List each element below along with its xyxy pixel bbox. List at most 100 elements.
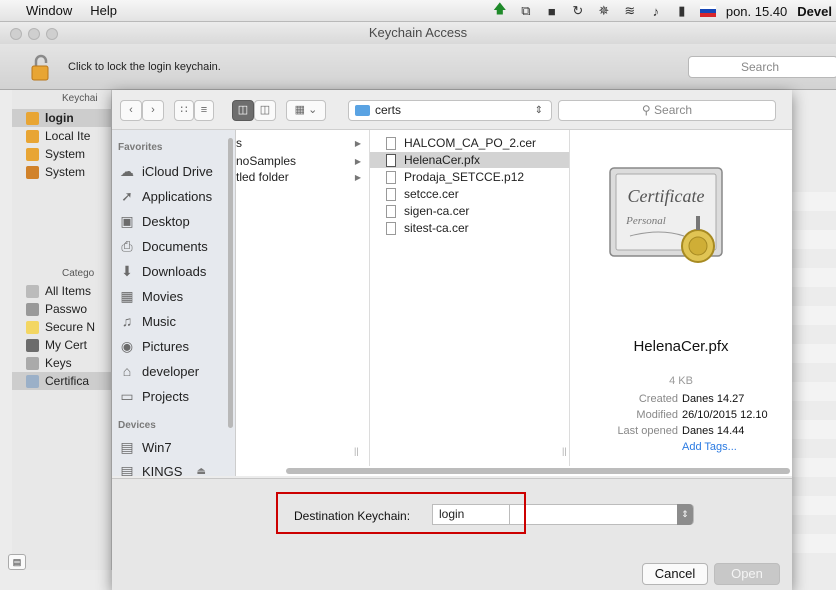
fav-desktop[interactable]: ▣ Desktop bbox=[118, 210, 190, 232]
flag-icon[interactable] bbox=[699, 5, 716, 17]
list-row[interactable] bbox=[790, 420, 836, 439]
list-row[interactable] bbox=[790, 192, 836, 211]
keychain-item-list bbox=[790, 192, 836, 582]
horizontal-scrollbar[interactable] bbox=[236, 466, 792, 476]
menubar-clock[interactable]: pon. 15.40 bbox=[726, 4, 787, 19]
file-item-selected[interactable]: HelenaCer.pfx bbox=[370, 152, 569, 168]
list-row[interactable] bbox=[790, 306, 836, 325]
keychain-titlebar: Keychain Access bbox=[0, 22, 836, 44]
time-machine-icon[interactable]: ↻ bbox=[570, 3, 586, 19]
keychain-item-login[interactable]: login bbox=[12, 109, 112, 127]
list-row[interactable] bbox=[790, 230, 836, 249]
certificate-icon-subtitle: Personal bbox=[625, 215, 666, 227]
fav-applications[interactable]: ➚ Applications bbox=[118, 185, 212, 207]
sidebar-scrollbar[interactable] bbox=[228, 138, 233, 428]
zoom-window-button[interactable] bbox=[46, 28, 58, 40]
file-item[interactable]: setcce.cer bbox=[370, 186, 569, 202]
pictures-icon: ◉ bbox=[120, 338, 134, 354]
keychain-item-system[interactable]: System bbox=[12, 145, 112, 163]
list-view-button[interactable]: ≡ bbox=[194, 100, 214, 121]
device-win7[interactable]: ▤ Win7 bbox=[118, 436, 171, 458]
add-tags-link[interactable]: Add Tags... bbox=[682, 441, 737, 453]
category-certificates[interactable]: Certifica bbox=[12, 372, 112, 390]
fav-documents[interactable]: ⎙ Documents bbox=[118, 235, 208, 257]
upload-arrow-icon[interactable]: 🡅 bbox=[492, 0, 508, 22]
file-preview-pane: Certificate Personal HelenaCer.pfx 4 KB … bbox=[570, 130, 792, 476]
lock-icon[interactable]: ■ bbox=[544, 4, 560, 19]
file-item[interactable]: HALCOM_CA_PO_2.cer bbox=[370, 135, 569, 151]
list-row[interactable] bbox=[790, 344, 836, 363]
category-keys[interactable]: Keys bbox=[12, 354, 112, 372]
file-item[interactable]: Prodaja_SETCCE.p12 bbox=[370, 169, 569, 185]
chevron-updown-icon[interactable]: ⇕ bbox=[677, 504, 693, 525]
fav-projects[interactable]: ▭ Projects bbox=[118, 385, 189, 407]
column-item[interactable]: tled folder ▶ bbox=[236, 169, 369, 185]
menu-help[interactable]: Help bbox=[81, 3, 126, 18]
window-icon[interactable]: ⧉ bbox=[518, 3, 534, 19]
wifi-icon[interactable]: ≋ bbox=[622, 3, 638, 19]
device-kings[interactable]: ▤ KINGS ⏏ bbox=[118, 460, 206, 476]
destination-keychain-popup[interactable]: ⇕ bbox=[510, 504, 694, 525]
keychain-search-input[interactable]: Search bbox=[688, 56, 836, 78]
minimize-window-button[interactable] bbox=[28, 28, 40, 40]
category-label: Secure N bbox=[45, 320, 96, 334]
cover-flow-button[interactable]: ◫ bbox=[254, 100, 276, 121]
category-secure-notes[interactable]: Secure N bbox=[12, 318, 112, 336]
disclosure-arrow-icon: ▶ bbox=[354, 138, 361, 148]
menu-window[interactable]: Window bbox=[0, 3, 81, 18]
list-row[interactable] bbox=[790, 534, 836, 553]
file-item[interactable]: sitest-ca.cer bbox=[370, 220, 569, 236]
keychain-item-local[interactable]: Local Ite bbox=[12, 127, 112, 145]
keychain-item-system-roots[interactable]: System bbox=[12, 163, 112, 181]
close-window-button[interactable] bbox=[10, 28, 22, 40]
fav-label: Downloads bbox=[142, 263, 207, 279]
menubar-user[interactable]: Devel bbox=[797, 4, 832, 19]
padlock-icon[interactable] bbox=[30, 54, 52, 82]
file-item[interactable]: sigen-ca.cer bbox=[370, 203, 569, 219]
fav-downloads[interactable]: ⬇ Downloads bbox=[118, 260, 206, 282]
battery-icon[interactable]: ▮ bbox=[674, 3, 690, 19]
people-icon bbox=[26, 284, 39, 298]
cancel-button[interactable]: Cancel bbox=[642, 563, 708, 585]
column-resize-handle[interactable]: || bbox=[354, 446, 359, 456]
category-my-certificates[interactable]: My Cert bbox=[12, 336, 112, 354]
list-row[interactable] bbox=[790, 382, 836, 401]
category-label: My Cert bbox=[45, 338, 87, 352]
sheet-search-input[interactable]: ⚲ Search bbox=[558, 100, 776, 121]
forward-button[interactable]: › bbox=[142, 100, 164, 121]
fav-developer[interactable]: ⌂ developer bbox=[118, 360, 199, 382]
scrollbar-thumb[interactable] bbox=[286, 468, 790, 474]
fav-music[interactable]: ♫ Music bbox=[118, 310, 176, 332]
cloud-icon: ☁ bbox=[120, 163, 134, 179]
fav-movies[interactable]: ▦ Movies bbox=[118, 285, 183, 307]
column-item[interactable]: s ▶ bbox=[236, 135, 369, 151]
bluetooth-icon[interactable]: ✵ bbox=[596, 3, 612, 19]
fav-pictures[interactable]: ◉ Pictures bbox=[118, 335, 189, 357]
list-row[interactable] bbox=[790, 458, 836, 477]
file-label: HelenaCer.pfx bbox=[404, 153, 481, 167]
fav-label: Documents bbox=[142, 238, 208, 254]
fav-icloud-drive[interactable]: ☁ iCloud Drive bbox=[118, 160, 213, 182]
column-view-button[interactable]: ◫ bbox=[232, 100, 254, 121]
arrange-button[interactable]: ▦ ⌄ bbox=[286, 100, 326, 121]
list-row[interactable] bbox=[790, 496, 836, 515]
info-button[interactable]: ▤ bbox=[8, 554, 26, 570]
file-label: setcce.cer bbox=[404, 187, 459, 201]
category-passwords[interactable]: Passwo bbox=[12, 300, 112, 318]
category-all-items[interactable]: All Items bbox=[12, 282, 112, 300]
keychains-header: Keychai bbox=[62, 93, 98, 104]
icon-view-button[interactable]: ∷ bbox=[174, 100, 194, 121]
column-item[interactable]: noSamples ▶ bbox=[236, 153, 369, 169]
browser-column-2: HALCOM_CA_PO_2.cer HelenaCer.pfx Prodaja… bbox=[370, 130, 570, 476]
open-button[interactable]: Open bbox=[714, 563, 780, 585]
fav-label: Movies bbox=[142, 288, 184, 304]
back-button[interactable]: ‹ bbox=[120, 100, 142, 121]
list-row[interactable] bbox=[790, 268, 836, 287]
document-icon bbox=[386, 221, 396, 235]
path-popup[interactable]: certs ⇕ bbox=[348, 100, 552, 121]
home-icon: ⌂ bbox=[122, 363, 132, 379]
fav-label: Desktop bbox=[142, 213, 190, 229]
eject-icon[interactable]: ⏏ bbox=[196, 466, 205, 477]
column-resize-handle[interactable]: || bbox=[562, 446, 567, 456]
volume-icon[interactable]: ♪ bbox=[648, 4, 664, 19]
